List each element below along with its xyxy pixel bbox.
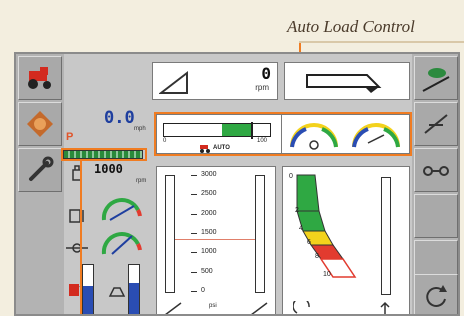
def-icon [108, 287, 126, 297]
turtle-icon [422, 68, 450, 92]
hyd-scale-tick [191, 252, 197, 254]
fuel-level-bar [82, 264, 94, 314]
auto-load-control-callout: Auto Load Control [287, 17, 415, 36]
tilt-label: 6 [307, 239, 311, 246]
hyd-setpoint-line [175, 239, 255, 240]
tilt-labels: 0 2 4 6 8 10 [283, 167, 363, 287]
hyd-scale-label: 1000 [201, 248, 217, 256]
hyd-scale-tick [191, 291, 197, 292]
hyd-scale-tick [191, 233, 197, 234]
hyd-scale-tick [191, 213, 197, 215]
hyd-scale: 3000 2500 2000 1500 1000 500 0 [191, 171, 233, 294]
hydraulic-pressure-panel[interactable]: 3000 2500 2000 1500 1000 500 0 psi [156, 166, 276, 314]
left-sidebar [16, 54, 64, 314]
blank-softkey-1[interactable] [414, 194, 458, 238]
rpm-value: 0 [261, 64, 271, 83]
def-level-bar [128, 264, 140, 314]
hyd-scale-tick [191, 194, 197, 196]
speed-bar-highlight [61, 148, 147, 161]
tilt-label: 8 [315, 253, 319, 260]
tilt-gauge-panel[interactable]: 0 2 4 6 8 10 [282, 166, 410, 314]
speed-unit: mph [134, 126, 146, 132]
hyd-scale-label: 2500 [201, 190, 217, 198]
tilt-right-icon [380, 301, 390, 314]
tractor-icon [28, 67, 51, 89]
oil-pressure-gauge [101, 198, 142, 221]
tilt-label: 4 [299, 225, 303, 232]
coolant-icon [66, 243, 88, 253]
hyd-scale-label: 3000 [201, 171, 217, 178]
fuel-level-fill [83, 285, 93, 314]
hyd-unit: psi [209, 303, 217, 309]
hyd-scale-label: 500 [201, 267, 213, 275]
tractor-button[interactable] [18, 56, 62, 100]
hyd-scale-label: 0 [201, 287, 205, 294]
implement-icon [424, 114, 448, 134]
oil-icon [69, 209, 84, 223]
ground-speed: 0.0 [104, 108, 135, 128]
engine-rpm-readout: 1000 [94, 162, 123, 176]
tilt-label: 2 [295, 207, 299, 214]
settings-button[interactable] [18, 148, 62, 192]
engine-icon [27, 111, 53, 137]
tilt-bar [381, 177, 391, 295]
hitch-icon [423, 166, 449, 176]
hyd-scale-tick [191, 175, 197, 176]
hitch-button[interactable] [414, 148, 458, 192]
coolant-temp-gauge [101, 232, 142, 255]
hyd-left-icon [165, 302, 182, 314]
slope-icon [159, 70, 188, 94]
bucket-panel[interactable] [284, 62, 410, 100]
rotate-button[interactable] [414, 274, 458, 314]
wrench-icon [29, 156, 54, 181]
hyd-column-right [255, 175, 265, 293]
tilt-left-icon [293, 301, 310, 314]
auto-load-highlight [154, 112, 412, 156]
engine-rpm-panel[interactable]: 0 rpm [152, 62, 278, 100]
hyd-scale-tick [191, 271, 197, 273]
engine-rpm-unit: rpm [136, 178, 147, 184]
tilt-label: 0 [289, 173, 293, 180]
callout-leader-horizontal [299, 41, 464, 43]
def-level-fill [129, 283, 139, 314]
gear-indicator: P [66, 131, 74, 143]
implement-button[interactable] [414, 102, 458, 146]
speed-bar-leader [80, 159, 82, 314]
engine-button[interactable] [18, 102, 62, 146]
bucket-icon [306, 74, 382, 93]
hyd-scale-label: 1500 [201, 229, 217, 236]
right-sidebar [412, 54, 458, 314]
stage: Auto Load Control 0 rpm 0.0 mph P 1000 r… [0, 0, 464, 316]
turtle-speed-button[interactable] [414, 56, 458, 100]
rotate-icon [426, 285, 447, 307]
tilt-label: 10 [323, 271, 331, 278]
rpm-unit: rpm [255, 83, 269, 92]
hyd-right-icon [251, 302, 268, 314]
hyd-column-left [165, 175, 175, 293]
hyd-scale-label: 2000 [201, 209, 217, 217]
display-screen: 0 rpm 0.0 mph P 1000 rpm 0 100 AUTO 3000… [14, 52, 460, 316]
